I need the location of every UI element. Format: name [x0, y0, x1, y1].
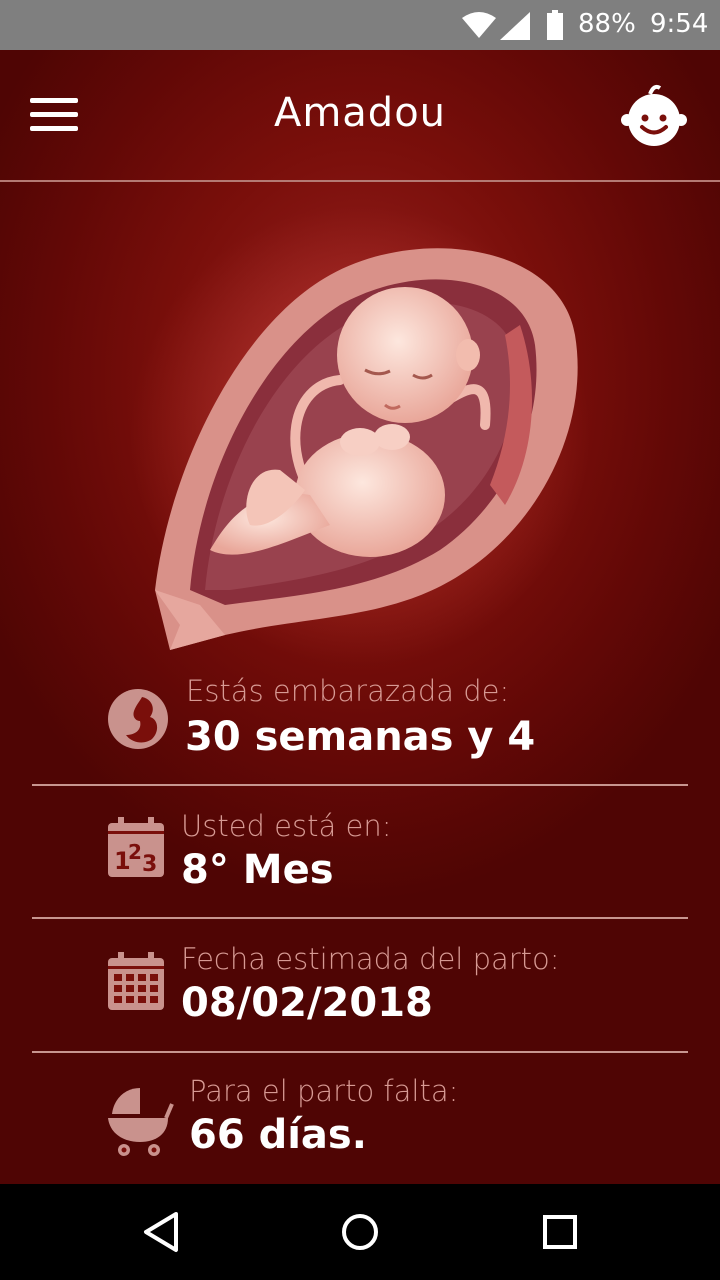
status-bar: 88% 9:54 — [0, 0, 720, 50]
days-remaining-value: 66 días. — [189, 1112, 367, 1158]
calendar-numbers-icon: 1 2 3 — [108, 817, 164, 877]
app-screen: Amadou Estás embarazada de: 30 semanas y… — [0, 50, 720, 1184]
recent-apps-icon[interactable] — [542, 1210, 578, 1254]
page-title: Amadou — [273, 90, 447, 136]
row-divider — [32, 1051, 688, 1053]
calendar-icon — [108, 952, 164, 1010]
pregnancy-icon — [108, 689, 168, 749]
current-month-label: Usted está en: — [181, 809, 392, 843]
header-divider — [0, 180, 720, 182]
gestation-label: Estás embarazada de: — [186, 674, 510, 708]
signal-icon — [500, 12, 530, 40]
current-month-value: 8° Mes — [181, 847, 334, 893]
fetus-illustration — [130, 205, 590, 665]
svg-text:2: 2 — [128, 840, 142, 864]
top-app-bar: Amadou — [0, 50, 720, 180]
row-divider — [32, 917, 688, 919]
wifi-icon — [462, 12, 496, 38]
battery-percentage: 88% — [578, 9, 636, 39]
due-date-value: 08/02/2018 — [181, 980, 433, 1026]
home-icon[interactable] — [340, 1210, 380, 1254]
svg-text:3: 3 — [142, 852, 157, 877]
system-navigation-bar — [0, 1184, 720, 1280]
row-divider — [32, 784, 688, 786]
status-time: 9:54 — [650, 9, 709, 39]
gestation-weeks-row: Estás embarazada de: 30 semanas y 4 — [0, 662, 720, 792]
days-remaining-label: Para el parto falta: — [189, 1074, 459, 1108]
baby-stroller-icon — [108, 1088, 174, 1156]
back-icon[interactable] — [142, 1210, 180, 1254]
gestation-value: 30 semanas y 4 — [185, 714, 536, 760]
days-remaining-row: Para el parto falta: 66 días. — [0, 1062, 720, 1184]
battery-icon — [547, 10, 563, 40]
due-date-row: Fecha estimada del parto: 08/02/2018 — [0, 928, 720, 1058]
baby-face-icon[interactable] — [618, 80, 690, 152]
current-month-row: 1 2 3 Usted está en: 8° Mes — [0, 795, 720, 925]
due-date-label: Fecha estimada del parto: — [181, 942, 560, 976]
